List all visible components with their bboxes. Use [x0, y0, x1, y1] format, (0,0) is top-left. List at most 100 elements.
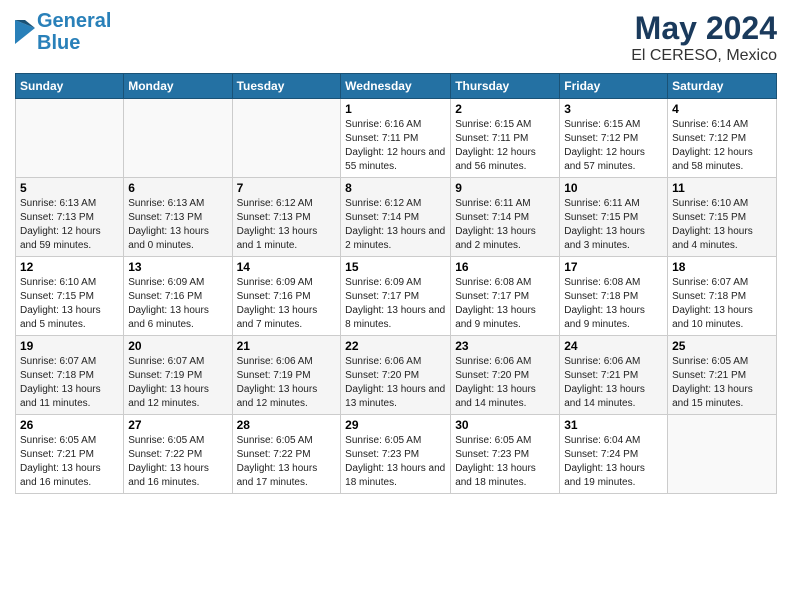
calendar-cell: 31Sunrise: 6:04 AM Sunset: 7:24 PM Dayli… [560, 415, 668, 494]
calendar-cell: 18Sunrise: 6:07 AM Sunset: 7:18 PM Dayli… [668, 257, 777, 336]
day-number: 14 [237, 260, 337, 274]
day-number: 20 [128, 339, 227, 353]
calendar-cell: 25 Sunrise: 6:05 AM Sunset: 7:21 PM Dayli… [668, 336, 777, 415]
day-info: Sunrise: 6:05 AM Sunset: 7:21 PM Dayligh… [20, 434, 119, 490]
day-info: Sunrise: 6:15 AM Sunset: 7:11 PM Dayligh… [455, 118, 555, 174]
day-info: Sunrise: 6:05 AM Sunset: 7:23 PM Dayligh… [345, 434, 446, 490]
calendar-cell: 17 Sunrise: 6:08 AM Sunset: 7:18 PM Dayli… [560, 257, 668, 336]
calendar-cell: 8 Sunrise: 6:12 AM Sunset: 7:14 PM Daylig… [341, 178, 451, 257]
day-info: Sunrise: 6:10 AM Sunset: 7:15 PM Dayligh… [672, 197, 772, 253]
calendar-week-row: 19 Sunrise: 6:07 AM Sunset: 7:18 PM Dayli… [16, 336, 777, 415]
calendar-cell [124, 99, 232, 178]
day-number: 30 [455, 418, 555, 432]
day-info: Sunrise: 6:05 AM Sunset: 7:22 PM Dayligh… [128, 434, 227, 490]
calendar-cell: 7 Sunrise: 6:12 AM Sunset: 7:13 PM Daylig… [232, 178, 341, 257]
day-number: 29 [345, 418, 446, 432]
calendar-cell: 19 Sunrise: 6:07 AM Sunset: 7:18 PM Dayli… [16, 336, 124, 415]
day-info: Sunrise: 6:14 AM Sunset: 7:12 PM Dayligh… [672, 118, 772, 174]
day-number: 24 [564, 339, 663, 353]
logo-text: General Blue [37, 10, 111, 54]
day-info: Sunrise: 6:11 AM Sunset: 7:14 PM Dayligh… [455, 197, 555, 253]
calendar-cell: 6 Sunrise: 6:13 AM Sunset: 7:13 PM Daylig… [124, 178, 232, 257]
day-info: Sunrise: 6:05 AM Sunset: 7:22 PM Dayligh… [237, 434, 337, 490]
day-info: Sunrise: 6:06 AM Sunset: 7:20 PM Dayligh… [455, 355, 555, 411]
calendar-cell: 4Sunrise: 6:14 AM Sunset: 7:12 PM Daylig… [668, 99, 777, 178]
calendar-cell: 11 Sunrise: 6:10 AM Sunset: 7:15 PM Dayli… [668, 178, 777, 257]
weekday-header-row: SundayMondayTuesdayWednesdayThursdayFrid… [16, 74, 777, 99]
calendar-cell: 9 Sunrise: 6:11 AM Sunset: 7:14 PM Daylig… [451, 178, 560, 257]
day-number: 2 [455, 102, 555, 116]
weekday-header-wednesday: Wednesday [341, 74, 451, 99]
calendar-week-row: 5 Sunrise: 6:13 AM Sunset: 7:13 PM Daylig… [16, 178, 777, 257]
day-number: 27 [128, 418, 227, 432]
day-info: Sunrise: 6:12 AM Sunset: 7:14 PM Dayligh… [345, 197, 446, 253]
day-number: 3 [564, 102, 663, 116]
day-info: Sunrise: 6:06 AM Sunset: 7:21 PM Dayligh… [564, 355, 663, 411]
calendar-cell: 28 Sunrise: 6:05 AM Sunset: 7:22 PM Dayli… [232, 415, 341, 494]
calendar-cell: 13 Sunrise: 6:09 AM Sunset: 7:16 PM Dayli… [124, 257, 232, 336]
calendar-week-row: 12 Sunrise: 6:10 AM Sunset: 7:15 PM Dayli… [16, 257, 777, 336]
day-info: Sunrise: 6:09 AM Sunset: 7:17 PM Dayligh… [345, 276, 446, 332]
day-number: 28 [237, 418, 337, 432]
day-number: 8 [345, 181, 446, 195]
calendar-cell: 20 Sunrise: 6:07 AM Sunset: 7:19 PM Dayli… [124, 336, 232, 415]
day-number: 11 [672, 181, 772, 195]
day-number: 7 [237, 181, 337, 195]
page-container: General Blue May 2024 El CERESO, Mexico … [0, 0, 792, 504]
day-number: 17 [564, 260, 663, 274]
calendar-cell: 21 Sunrise: 6:06 AM Sunset: 7:19 PM Dayli… [232, 336, 341, 415]
day-number: 9 [455, 181, 555, 195]
calendar-cell: 24 Sunrise: 6:06 AM Sunset: 7:21 PM Dayli… [560, 336, 668, 415]
day-info: Sunrise: 6:08 AM Sunset: 7:18 PM Dayligh… [564, 276, 663, 332]
calendar-cell [16, 99, 124, 178]
day-info: Sunrise: 6:12 AM Sunset: 7:13 PM Dayligh… [237, 197, 337, 253]
title-block: May 2024 El CERESO, Mexico [631, 10, 777, 65]
day-number: 21 [237, 339, 337, 353]
calendar-week-row: 26 Sunrise: 6:05 AM Sunset: 7:21 PM Dayli… [16, 415, 777, 494]
title-location: El CERESO, Mexico [631, 47, 777, 65]
calendar-cell: 26 Sunrise: 6:05 AM Sunset: 7:21 PM Dayli… [16, 415, 124, 494]
day-info: Sunrise: 6:09 AM Sunset: 7:16 PM Dayligh… [128, 276, 227, 332]
calendar-cell: 30 Sunrise: 6:05 AM Sunset: 7:23 PM Dayli… [451, 415, 560, 494]
day-info: Sunrise: 6:10 AM Sunset: 7:15 PM Dayligh… [20, 276, 119, 332]
day-number: 10 [564, 181, 663, 195]
calendar-cell: 22Sunrise: 6:06 AM Sunset: 7:20 PM Dayli… [341, 336, 451, 415]
day-number: 19 [20, 339, 119, 353]
day-number: 26 [20, 418, 119, 432]
day-number: 1 [345, 102, 446, 116]
weekday-header-saturday: Saturday [668, 74, 777, 99]
day-info: Sunrise: 6:07 AM Sunset: 7:18 PM Dayligh… [20, 355, 119, 411]
logo-icon [15, 20, 35, 44]
calendar-cell: 23Sunrise: 6:06 AM Sunset: 7:20 PM Dayli… [451, 336, 560, 415]
day-number: 5 [20, 181, 119, 195]
calendar-cell: 27 Sunrise: 6:05 AM Sunset: 7:22 PM Dayli… [124, 415, 232, 494]
day-number: 13 [128, 260, 227, 274]
calendar-cell: 15Sunrise: 6:09 AM Sunset: 7:17 PM Dayli… [341, 257, 451, 336]
calendar-week-row: 1 Sunrise: 6:16 AM Sunset: 7:11 PM Daylig… [16, 99, 777, 178]
weekday-header-monday: Monday [124, 74, 232, 99]
calendar-cell: 29 Sunrise: 6:05 AM Sunset: 7:23 PM Dayli… [341, 415, 451, 494]
calendar-cell [668, 415, 777, 494]
calendar-cell: 5Sunrise: 6:13 AM Sunset: 7:13 PM Daylig… [16, 178, 124, 257]
day-info: Sunrise: 6:06 AM Sunset: 7:20 PM Dayligh… [345, 355, 446, 411]
title-month: May 2024 [631, 10, 777, 47]
calendar-cell: 14Sunrise: 6:09 AM Sunset: 7:16 PM Dayli… [232, 257, 341, 336]
day-info: Sunrise: 6:05 AM Sunset: 7:21 PM Dayligh… [672, 355, 772, 411]
day-number: 18 [672, 260, 772, 274]
calendar-cell: 16Sunrise: 6:08 AM Sunset: 7:17 PM Dayli… [451, 257, 560, 336]
weekday-header-sunday: Sunday [16, 74, 124, 99]
day-info: Sunrise: 6:16 AM Sunset: 7:11 PM Dayligh… [345, 118, 446, 174]
day-number: 25 [672, 339, 772, 353]
day-number: 12 [20, 260, 119, 274]
day-info: Sunrise: 6:05 AM Sunset: 7:23 PM Dayligh… [455, 434, 555, 490]
day-info: Sunrise: 6:07 AM Sunset: 7:19 PM Dayligh… [128, 355, 227, 411]
calendar-cell: 3Sunrise: 6:15 AM Sunset: 7:12 PM Daylig… [560, 99, 668, 178]
calendar-table: SundayMondayTuesdayWednesdayThursdayFrid… [15, 73, 777, 494]
calendar-cell: 10Sunrise: 6:11 AM Sunset: 7:15 PM Dayli… [560, 178, 668, 257]
day-info: Sunrise: 6:13 AM Sunset: 7:13 PM Dayligh… [128, 197, 227, 253]
day-info: Sunrise: 6:06 AM Sunset: 7:19 PM Dayligh… [237, 355, 337, 411]
day-number: 6 [128, 181, 227, 195]
calendar-cell [232, 99, 341, 178]
weekday-header-tuesday: Tuesday [232, 74, 341, 99]
weekday-header-thursday: Thursday [451, 74, 560, 99]
